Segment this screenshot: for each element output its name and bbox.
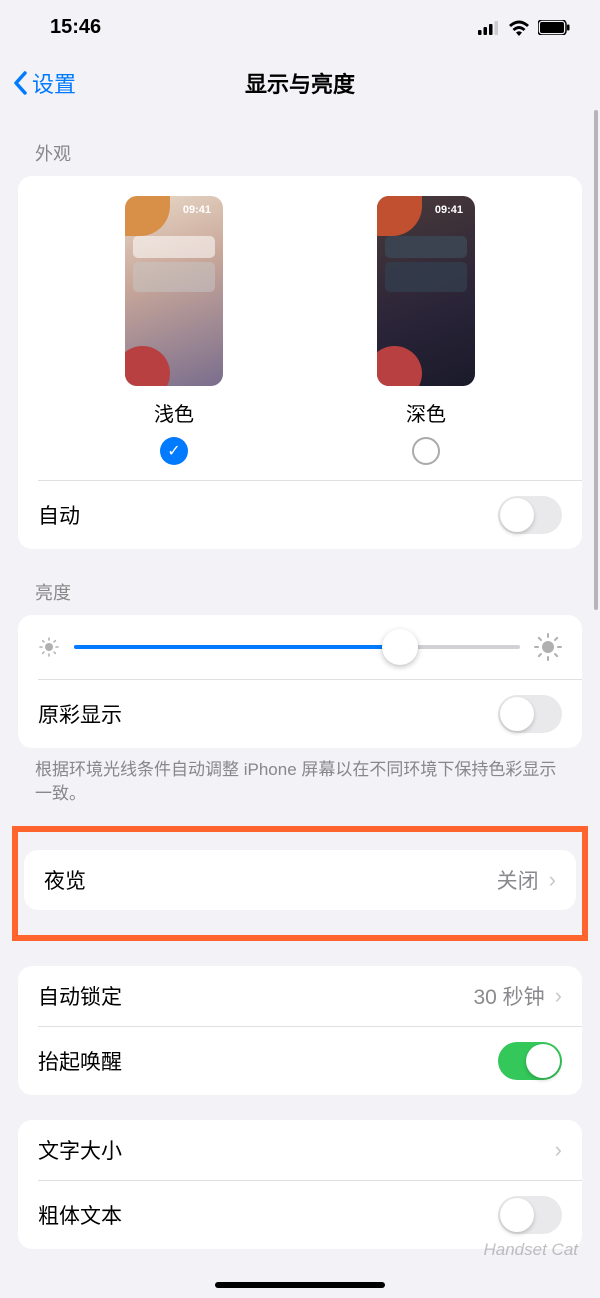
dark-preview: 09:41 <box>377 196 475 386</box>
slider-thumb[interactable] <box>382 629 418 665</box>
watermark: Handset Cat <box>484 1240 579 1260</box>
night-shift-row[interactable]: 夜览 关闭 › <box>24 850 576 910</box>
text-card: 文字大小 › 粗体文本 <box>18 1120 582 1249</box>
page-title: 显示与亮度 <box>0 67 600 99</box>
light-preview: 09:41 <box>125 196 223 386</box>
raise-to-wake-toggle[interactable] <box>498 1042 562 1080</box>
chevron-right-icon: › <box>555 1137 562 1163</box>
night-shift-label: 夜览 <box>44 865 497 895</box>
night-shift-value: 关闭 <box>497 865 539 895</box>
brightness-slider[interactable] <box>74 645 520 649</box>
chevron-right-icon: › <box>555 983 562 1009</box>
appearance-card: 09:41 浅色 ✓ 09:41 深色 自动 <box>18 176 582 549</box>
text-size-label: 文字大小 <box>38 1135 549 1165</box>
chevron-right-icon: › <box>549 867 556 893</box>
night-shift-card: 夜览 关闭 › <box>24 850 576 910</box>
highlight-annotation: 夜览 关闭 › <box>12 826 588 941</box>
auto-toggle[interactable] <box>498 496 562 534</box>
raise-to-wake-label: 抬起唤醒 <box>38 1046 498 1076</box>
brightness-header: 亮度 <box>0 549 600 615</box>
check-icon: ✓ <box>167 441 180 461</box>
back-label: 设置 <box>32 67 76 99</box>
status-icons <box>478 20 570 36</box>
appearance-dark-option[interactable]: 09:41 深色 <box>313 196 540 465</box>
bold-text-label: 粗体文本 <box>38 1200 498 1230</box>
bold-text-toggle[interactable] <box>498 1196 562 1234</box>
home-indicator[interactable] <box>215 1282 385 1288</box>
raise-to-wake-row[interactable]: 抬起唤醒 <box>18 1027 582 1095</box>
light-radio[interactable]: ✓ <box>160 437 188 465</box>
sun-large-icon <box>534 633 562 661</box>
battery-icon <box>538 20 570 35</box>
bold-text-row[interactable]: 粗体文本 <box>18 1181 582 1249</box>
dark-label: 深色 <box>313 398 540 427</box>
brightness-card: 原彩显示 <box>18 615 582 748</box>
signal-icon <box>478 21 500 35</box>
wifi-icon <box>508 20 530 36</box>
text-size-row[interactable]: 文字大小 › <box>18 1120 582 1180</box>
lock-card: 自动锁定 30 秒钟 › 抬起唤醒 <box>18 966 582 1095</box>
true-tone-row[interactable]: 原彩显示 <box>18 680 582 748</box>
status-time: 15:46 <box>50 16 101 39</box>
auto-appearance-row[interactable]: 自动 <box>18 481 582 549</box>
brightness-slider-row <box>18 615 582 679</box>
true-tone-label: 原彩显示 <box>38 699 498 729</box>
sun-small-icon <box>38 636 60 658</box>
auto-lock-label: 自动锁定 <box>38 981 473 1011</box>
chevron-left-icon <box>12 71 28 95</box>
appearance-light-option[interactable]: 09:41 浅色 ✓ <box>61 196 288 465</box>
appearance-header: 外观 <box>0 110 600 176</box>
auto-label: 自动 <box>38 500 498 530</box>
dark-radio[interactable] <box>412 437 440 465</box>
light-label: 浅色 <box>61 398 288 427</box>
status-bar: 15:46 <box>0 0 600 55</box>
auto-lock-row[interactable]: 自动锁定 30 秒钟 › <box>18 966 582 1026</box>
true-tone-toggle[interactable] <box>498 695 562 733</box>
nav-bar: 设置 显示与亮度 <box>0 55 600 110</box>
back-button[interactable]: 设置 <box>12 67 76 99</box>
auto-lock-value: 30 秒钟 <box>473 981 544 1011</box>
true-tone-footer: 根据环境光线条件自动调整 iPhone 屏幕以在不同环境下保持色彩显示一致。 <box>0 748 600 806</box>
scrollbar[interactable] <box>594 110 598 610</box>
